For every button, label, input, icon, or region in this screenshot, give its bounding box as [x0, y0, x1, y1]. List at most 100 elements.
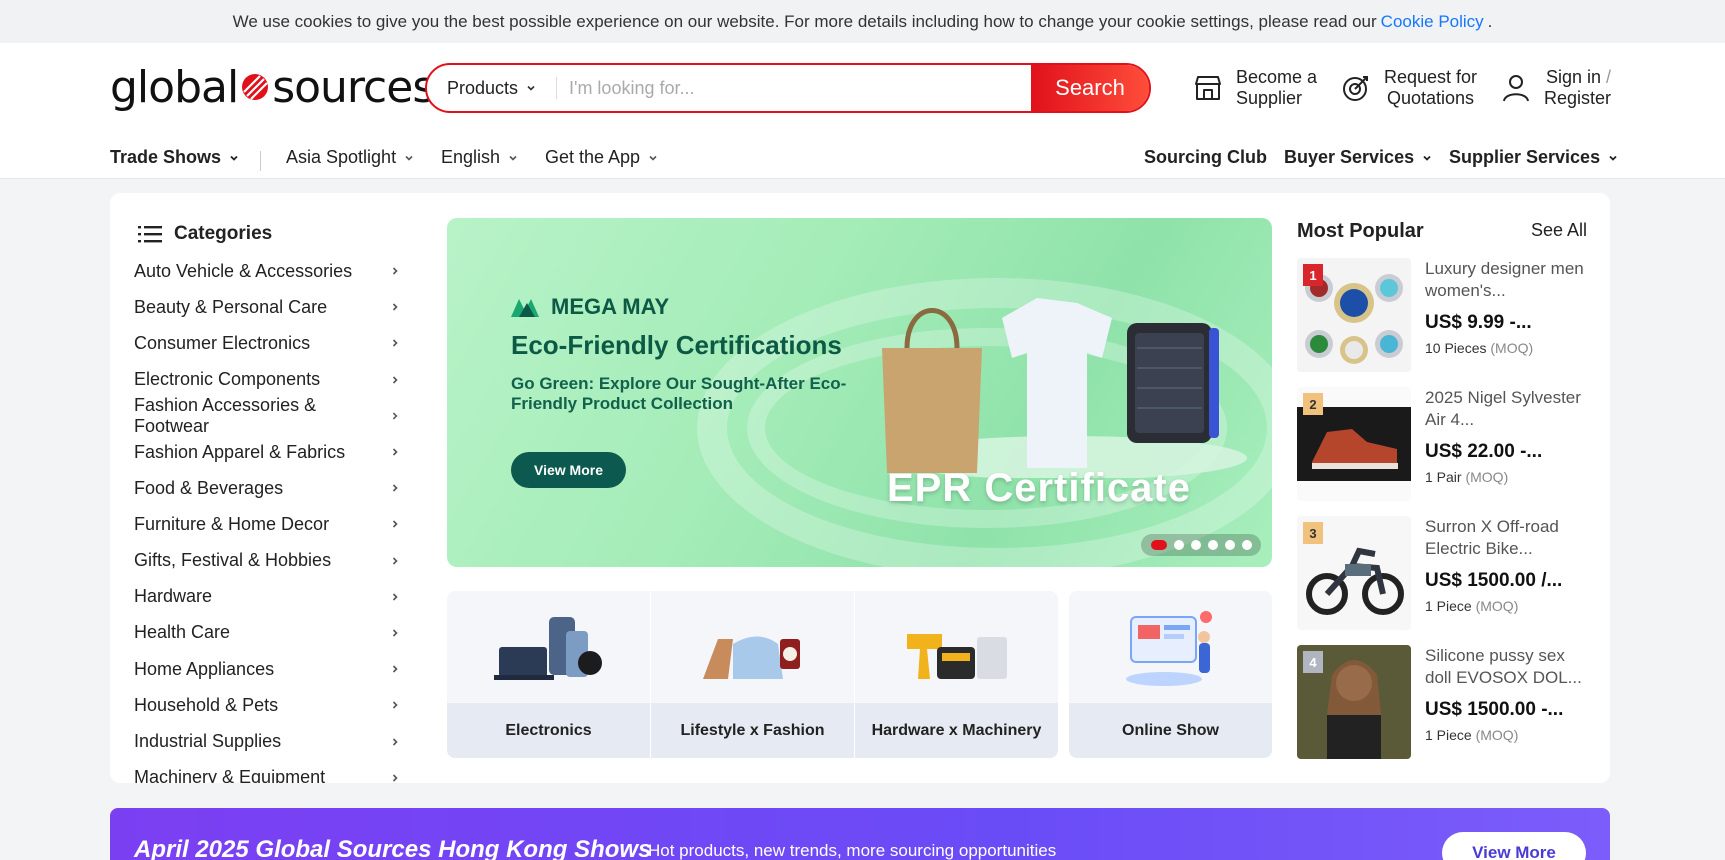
carousel-dot[interactable] — [1241, 540, 1252, 550]
nav-sourcing-club[interactable]: Sourcing Club — [1144, 147, 1267, 168]
chevron-right-icon — [392, 376, 398, 384]
tile-electronics[interactable]: Electronics — [447, 591, 650, 758]
category-list: Auto Vehicle & Accessories Beauty & Pers… — [134, 253, 400, 783]
category-item[interactable]: Food & Beverages — [134, 470, 400, 506]
nav-language-label: English — [441, 147, 501, 167]
product-moq: 10 Pieces (MOQ) — [1425, 340, 1533, 356]
product-thumbnail[interactable]: 2 — [1297, 387, 1411, 501]
become-supplier-link[interactable]: Become a Supplier — [1192, 67, 1317, 109]
carousel-dot[interactable] — [1224, 540, 1235, 550]
carousel-dot-active[interactable] — [1150, 540, 1167, 550]
hk-shows-banner[interactable]: April 2025 Global Sources Hong Kong Show… — [110, 808, 1610, 860]
category-label: Auto Vehicle & Accessories — [134, 260, 353, 281]
nav-get-app-label: Get the App — [545, 147, 641, 167]
nav-asia-spotlight[interactable]: Asia Spotlight — [286, 147, 414, 168]
chevron-right-icon — [392, 665, 398, 673]
cookie-text: We use cookies to give you the best poss… — [232, 11, 1377, 31]
product-name[interactable]: Silicone pussy sex doll EVOSOX DOL... — [1425, 645, 1585, 689]
category-item[interactable]: Household & Pets — [134, 687, 400, 723]
nav-asia-spotlight-label: Asia Spotlight — [286, 147, 397, 167]
hk-view-more-button[interactable]: View More — [1442, 832, 1586, 860]
moq-label: (MOQ) — [1465, 469, 1509, 485]
chevron-right-icon — [392, 339, 398, 348]
promo-banner[interactable]: MEGA MAY Eco-Friendly Certifications Go … — [447, 218, 1272, 567]
rank-badge: 1 — [1303, 264, 1323, 286]
moq-label: (MOQ) — [1475, 598, 1519, 614]
nav-get-app[interactable]: Get the App — [545, 147, 658, 168]
sign-in-link[interactable]: Sign in / Register — [1500, 67, 1611, 109]
product-name[interactable]: Luxury designer men women's... — [1425, 258, 1585, 302]
electronics-illustration — [493, 617, 602, 680]
signin-slash: / — [1606, 67, 1612, 87]
nav-sourcing-club-label: Sourcing Club — [1144, 147, 1267, 167]
see-all-link[interactable]: See All — [1531, 220, 1587, 241]
product-thumbnail[interactable]: 1 — [1297, 258, 1411, 372]
cookie-policy-link[interactable]: Cookie Policy — [1381, 12, 1484, 32]
moq-quantity: 10 Pieces — [1425, 340, 1487, 356]
category-label: Food & Beverages — [134, 477, 284, 498]
category-item[interactable]: Hardware — [134, 579, 400, 615]
category-item[interactable]: Industrial Supplies — [134, 723, 400, 759]
nav-trade-shows[interactable]: Trade Shows — [110, 147, 239, 168]
register-label[interactable]: Register — [1544, 88, 1611, 109]
signin-label[interactable]: Sign in — [1546, 67, 1601, 87]
rank-number: 4 — [1309, 654, 1317, 670]
category-label: Consumer Electronics — [134, 332, 311, 353]
chevron-down-icon — [649, 155, 657, 161]
popular-item[interactable]: 2 2025 Nigel Sylvester Air 4... US$ 22.0… — [1297, 387, 1587, 501]
product-thumbnail[interactable]: 4 — [1297, 645, 1411, 759]
category-item[interactable]: Beauty & Personal Care — [134, 289, 400, 325]
logo-left: global — [110, 61, 239, 113]
category-item[interactable]: Electronic Components — [134, 362, 400, 398]
most-popular-title: Most Popular — [1297, 220, 1424, 242]
search-category-select[interactable]: Products — [427, 65, 557, 111]
product-name[interactable]: Surron X Off-road Electric Bike... — [1425, 516, 1585, 560]
category-item[interactable]: Gifts, Festival & Hobbies — [134, 543, 400, 579]
chevron-right-icon — [392, 267, 398, 275]
nav-language[interactable]: English — [441, 147, 518, 168]
carousel-dot[interactable] — [1190, 540, 1201, 550]
carousel-dot[interactable] — [1207, 540, 1218, 550]
banner-brand-label: MEGA MAY — [551, 294, 670, 319]
rank-badge: 2 — [1303, 393, 1323, 415]
nav-supplier-services[interactable]: Supplier Services — [1449, 147, 1618, 168]
tile-lifestyle-fashion[interactable]: Lifestyle x Fashion — [651, 591, 854, 758]
category-item[interactable]: Auto Vehicle & Accessories — [134, 253, 400, 289]
nav-buyer-services[interactable]: Buyer Services — [1284, 147, 1432, 168]
categories-panel: Categories Auto Vehicle & Accessories Be… — [110, 193, 420, 783]
chevron-right-icon — [392, 774, 398, 782]
site-header: global sources Products Search Become aS… — [0, 43, 1725, 179]
category-label: Beauty & Personal Care — [134, 296, 328, 317]
popular-item[interactable]: 4 Silicone pussy sex doll EVOSOX DOL... … — [1297, 645, 1587, 759]
category-item[interactable]: Consumer Electronics — [134, 325, 400, 361]
category-item[interactable]: Health Care — [134, 615, 400, 651]
category-item[interactable]: Fashion Accessories & Footwear — [134, 395, 400, 436]
category-label: Furniture & Home Decor — [134, 513, 330, 534]
hardware-machinery-illustration — [906, 634, 1007, 679]
products-illustration — [882, 298, 1247, 478]
category-item[interactable]: Fashion Apparel & Fabrics — [134, 434, 400, 470]
category-label: Industrial Supplies — [134, 731, 282, 752]
category-label: Fashion Apparel & Fabrics — [134, 441, 346, 462]
carousel-dot[interactable] — [1173, 540, 1184, 550]
category-item[interactable]: Furniture & Home Decor — [134, 506, 400, 542]
product-moq: 1 Pair (MOQ) — [1425, 469, 1508, 485]
product-thumbnail[interactable]: 3 — [1297, 516, 1411, 630]
tile-online-show[interactable]: Online Show — [1069, 591, 1272, 758]
banner-brand: MEGA MAY — [511, 294, 669, 320]
category-item[interactable]: Home Appliances — [134, 651, 400, 687]
product-name[interactable]: 2025 Nigel Sylvester Air 4... — [1425, 387, 1585, 431]
chevron-right-icon — [392, 484, 398, 492]
store-icon — [1195, 76, 1221, 100]
banner-view-more-button[interactable]: View More — [511, 452, 626, 488]
rank-badge: 3 — [1303, 522, 1323, 544]
category-item[interactable]: Machinery & Equipment — [134, 760, 400, 783]
request-quotations-link[interactable]: Request for Quotations — [1340, 67, 1477, 109]
tile-hardware-machinery[interactable]: Hardware x Machinery — [855, 591, 1058, 758]
popular-item[interactable]: 1 Luxury designer men women's... US$ 9.9… — [1297, 258, 1587, 372]
site-logo[interactable]: global sources — [110, 61, 435, 113]
search-button[interactable]: Search — [1031, 65, 1149, 111]
popular-item[interactable]: 3 Surron X Off-road Electric Bike... US$… — [1297, 516, 1587, 630]
search-input[interactable] — [557, 65, 1031, 111]
cookie-bar: We use cookies to give you the best poss… — [0, 0, 1725, 43]
